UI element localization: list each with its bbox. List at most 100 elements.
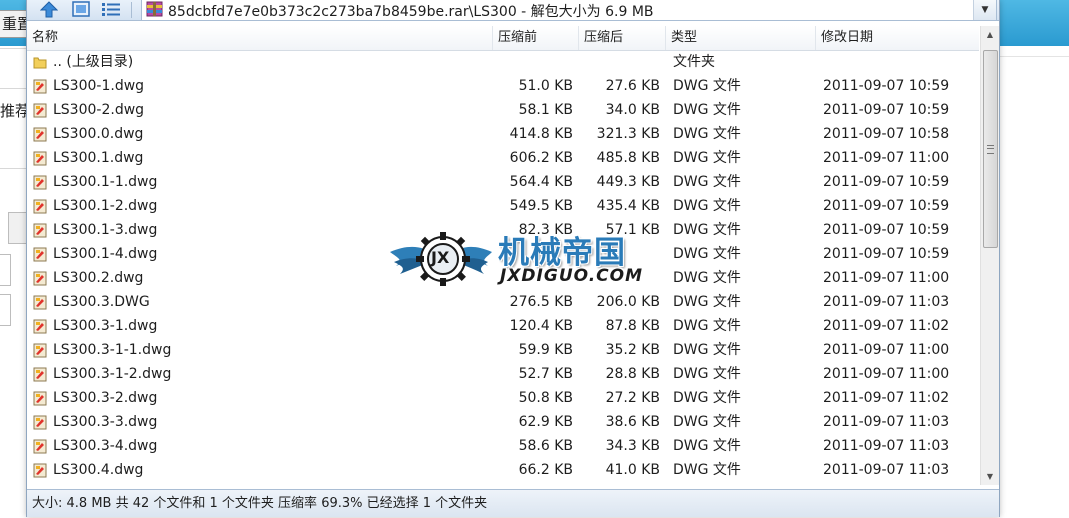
file-modified-date: 2011-09-07 11:00 (823, 270, 950, 286)
file-modified-date: 2011-09-07 10:59 (823, 222, 950, 238)
file-packed-size: 51.0 KB (518, 78, 573, 94)
file-row[interactable]: LS300-2.dwg 58.1 KB 34.0 KB DWG 文件 2011-09-0… (27, 98, 979, 122)
file-packed-size (499, 242, 573, 266)
file-modified-date: 2011-09-07 10:58 (823, 126, 950, 142)
file-type: DWG 文件 (673, 78, 741, 94)
file-compressed-size (583, 50, 660, 74)
file-packed-size: 82.3 KB (518, 222, 573, 238)
rar-archive-icon (146, 1, 163, 21)
file-modified-date: 2011-09-07 11:00 (823, 342, 950, 358)
file-modified-date: 2011-09-07 10:59 (823, 174, 950, 190)
dwg-file-icon (33, 246, 47, 262)
file-name: .. (上级目录) (53, 54, 134, 70)
file-compressed-size: 34.3 KB (605, 438, 660, 454)
file-compressed-size: 38.6 KB (605, 414, 660, 430)
background-input[interactable] (0, 294, 11, 326)
column-modified[interactable]: 修改日期 (816, 26, 979, 50)
file-name: LS300.4.dwg (53, 462, 144, 478)
background-input[interactable] (0, 254, 11, 286)
dwg-file-icon (33, 366, 47, 382)
file-packed-size: 549.5 KB (509, 198, 573, 214)
dwg-file-icon (33, 462, 47, 478)
file-packed-size: 59.9 KB (518, 342, 573, 358)
file-row[interactable]: LS300.1-4.dwg DWG 文件 2011-09-07 10:59 (27, 242, 979, 266)
file-name: LS300.3-4.dwg (53, 438, 158, 454)
file-row[interactable]: LS300.3-1-1.dwg 59.9 KB 35.2 KB DWG 文件 2011-… (27, 338, 979, 362)
file-name: LS300.3-1-1.dwg (53, 342, 172, 358)
file-modified-date: 2011-09-07 10:59 (823, 102, 950, 118)
file-name: LS300.3-2.dwg (53, 390, 158, 406)
file-type: DWG 文件 (673, 222, 741, 238)
file-row[interactable]: LS300.1-1.dwg 564.4 KB 449.3 KB DWG 文件 2011-… (27, 170, 979, 194)
file-row[interactable]: LS300.3-1-2.dwg 52.7 KB 28.8 KB DWG 文件 2011-… (27, 362, 979, 386)
file-modified-date: 2011-09-07 11:03 (823, 438, 950, 454)
file-type: DWG 文件 (673, 246, 741, 262)
file-type: DWG 文件 (673, 150, 741, 166)
file-list: .. (上级目录) 文件夹 LS300-1.dwg 51.0 KB 27.6 KB DWG… (27, 50, 979, 485)
column-type[interactable]: 类型 (666, 26, 816, 50)
file-modified-date: 2011-09-07 11:00 (823, 366, 950, 382)
file-name: LS300.3-3.dwg (53, 414, 158, 430)
view-mode-icon[interactable] (69, 0, 93, 18)
dwg-file-icon (33, 318, 47, 334)
file-name: LS300.1-3.dwg (53, 222, 158, 238)
file-row[interactable]: LS300.1-3.dwg 82.3 KB 57.1 KB DWG 文件 2011-09… (27, 218, 979, 242)
scroll-up-button[interactable]: ▲ (981, 26, 999, 43)
file-type: DWG 文件 (673, 366, 741, 382)
file-type: DWG 文件 (673, 174, 741, 190)
file-row[interactable]: LS300.1.dwg 606.2 KB 485.8 KB DWG 文件 2011-09… (27, 146, 979, 170)
file-compressed-size (583, 266, 660, 290)
file-type: DWG 文件 (673, 198, 741, 214)
file-packed-size (499, 50, 573, 74)
chevron-up-icon: ▲ (986, 30, 994, 39)
file-row[interactable]: LS300.1-2.dwg 549.5 KB 435.4 KB DWG 文件 2011-… (27, 194, 979, 218)
dwg-file-icon (33, 342, 47, 358)
up-arrow-icon[interactable] (37, 0, 61, 18)
file-name: LS300.2.dwg (53, 270, 144, 286)
file-row[interactable]: LS300.4.dwg 66.2 KB 41.0 KB DWG 文件 2011-09-0… (27, 458, 979, 482)
scrollbar-thumb[interactable] (983, 50, 998, 248)
background-divider (998, 56, 1069, 57)
file-row[interactable]: LS300.0.dwg 414.8 KB 321.3 KB DWG 文件 2011-09… (27, 122, 979, 146)
status-bar: 大小: 4.8 MB 共 42 个文件和 1 个文件夹 压缩率 69.3% 已经… (27, 489, 999, 517)
file-packed-size: 58.6 KB (518, 438, 573, 454)
column-packed-size[interactable]: 压缩前 (493, 26, 579, 50)
dwg-file-icon (33, 78, 47, 94)
dwg-file-icon (33, 414, 47, 430)
toolbar-separator (131, 2, 132, 18)
archive-window: 85dcbfd7e7e0b373c2c273ba7b8459be.rar\LS3… (26, 0, 1000, 517)
file-compressed-size: 435.4 KB (596, 198, 660, 214)
file-type: DWG 文件 (673, 102, 741, 118)
dwg-file-icon (33, 222, 47, 238)
dwg-file-icon (33, 174, 47, 190)
address-dropdown-button[interactable]: ▼ (973, 0, 996, 20)
file-row[interactable]: LS300-1.dwg 51.0 KB 27.6 KB DWG 文件 2011-09-0… (27, 74, 979, 98)
file-modified-date: 2011-09-07 11:03 (823, 462, 950, 478)
list-view-icon[interactable] (99, 0, 123, 18)
file-compressed-size: 57.1 KB (605, 222, 660, 238)
file-modified-date: 2011-09-07 10:59 (823, 246, 950, 262)
file-row[interactable]: LS300.3-3.dwg 62.9 KB 38.6 KB DWG 文件 2011-09… (27, 410, 979, 434)
file-type: DWG 文件 (673, 270, 741, 286)
address-bar[interactable]: 85dcbfd7e7e0b373c2c273ba7b8459be.rar\LS3… (141, 0, 997, 21)
file-row[interactable]: .. (上级目录) 文件夹 (27, 50, 979, 74)
file-modified-date: 2011-09-07 11:03 (823, 414, 950, 430)
file-row[interactable]: LS300.3-4.dwg 58.6 KB 34.3 KB DWG 文件 2011-09… (27, 434, 979, 458)
file-row[interactable]: LS300.3-2.dwg 50.8 KB 27.2 KB DWG 文件 2011-09… (27, 386, 979, 410)
vertical-scrollbar[interactable]: ▲ ▼ (980, 26, 999, 485)
file-name: LS300-2.dwg (53, 102, 145, 118)
column-compressed-size[interactable]: 压缩后 (579, 26, 666, 50)
file-row[interactable]: LS300.3.DWG 276.5 KB 206.0 KB DWG 文件 2011-09… (27, 290, 979, 314)
file-row[interactable]: LS300.2.dwg DWG 文件 2011-09-07 11:00 (27, 266, 979, 290)
dwg-file-icon (33, 294, 47, 310)
file-type: DWG 文件 (673, 294, 741, 310)
file-compressed-size: 206.0 KB (596, 294, 660, 310)
address-path: 85dcbfd7e7e0b373c2c273ba7b8459be.rar\LS3… (168, 4, 654, 20)
file-compressed-size: 27.2 KB (605, 390, 660, 406)
folder-icon (33, 54, 47, 69)
chevron-down-icon: ▼ (981, 4, 989, 15)
scroll-down-button[interactable]: ▼ (981, 468, 999, 485)
file-row[interactable]: LS300.3-1.dwg 120.4 KB 87.8 KB DWG 文件 2011-0… (27, 314, 979, 338)
file-name: LS300.0.dwg (53, 126, 144, 142)
column-name[interactable]: 名称 (27, 26, 493, 50)
